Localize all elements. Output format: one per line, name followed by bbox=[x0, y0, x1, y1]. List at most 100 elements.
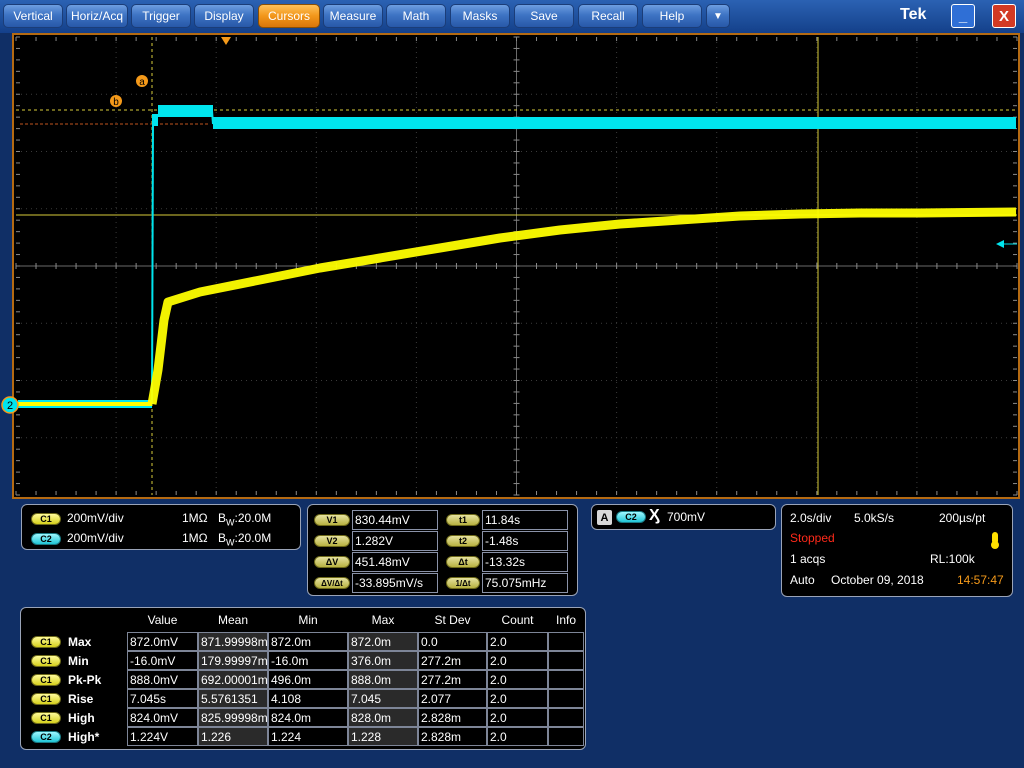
t1-label: t1 bbox=[446, 514, 480, 526]
trigger-panel[interactable]: A C2 Ӽ 700mV bbox=[591, 504, 776, 530]
date: October 09, 2018 bbox=[831, 573, 924, 587]
table-cell: 2.0 bbox=[487, 708, 548, 727]
delta-v-value: 451.48mV bbox=[352, 552, 438, 572]
table-cell: 1.228 bbox=[348, 727, 418, 746]
sample-rate: 5.0kS/s bbox=[854, 511, 895, 525]
ch2-ground-marker-label: 2 bbox=[7, 400, 13, 412]
inv-delta-t-label: 1/Δt bbox=[446, 577, 480, 589]
table-cell: 2.0 bbox=[487, 670, 548, 689]
trigger-slope-icon: Ӽ bbox=[649, 507, 660, 524]
trigger-source-badge[interactable]: C2 bbox=[616, 511, 646, 523]
measurement-channel-badge[interactable]: C1 bbox=[31, 636, 61, 648]
measurement-name[interactable]: Min bbox=[68, 654, 89, 668]
cursor-readout-panel[interactable]: V1 830.44mV V2 1.282V ΔV 451.48mV ΔV/Δt … bbox=[307, 504, 578, 596]
table-header: Min bbox=[298, 613, 318, 627]
acquisition-panel[interactable]: 2.0s/div 5.0kS/s 200µs/pt Stopped 1 acqs… bbox=[781, 504, 1013, 597]
acquisition-count: 1 acqs bbox=[790, 552, 826, 566]
record-length: RL:100k bbox=[930, 552, 975, 566]
measurement-channel-badge[interactable]: C1 bbox=[31, 712, 61, 724]
t2-value: -1.48s bbox=[482, 531, 568, 551]
ch2-badge[interactable]: C2 bbox=[31, 533, 61, 545]
table-cell: 2.828m bbox=[418, 727, 487, 746]
trigger-level: 700mV bbox=[667, 510, 706, 524]
table-cell: 7.045s bbox=[127, 689, 198, 708]
table-header: Count bbox=[501, 613, 534, 627]
table-cell: 888.0mV bbox=[127, 670, 198, 689]
trigger-position-icon bbox=[221, 37, 231, 45]
table-header: Value bbox=[147, 613, 178, 627]
measurement-channel-badge[interactable]: C1 bbox=[31, 674, 61, 686]
table-cell: 872.0mV bbox=[127, 632, 198, 651]
ch1-scale: 200mV/div bbox=[67, 511, 124, 525]
table-cell: -16.0mV bbox=[127, 651, 198, 670]
measurement-channel-badge[interactable]: C2 bbox=[31, 731, 61, 743]
table-cell: 0.0 bbox=[418, 632, 487, 651]
table-cell bbox=[548, 651, 584, 670]
table-cell: 2.0 bbox=[487, 689, 548, 708]
delta-t-label: Δt bbox=[446, 556, 480, 568]
ch1-bandwidth: BW:20.0M bbox=[218, 511, 272, 528]
cursor-a-marker-label: a bbox=[139, 77, 145, 88]
measurement-name[interactable]: Max bbox=[68, 635, 91, 649]
table-header: Mean bbox=[217, 613, 249, 627]
table-cell: 4.108 bbox=[268, 689, 348, 708]
ch2-bandwidth: BW:20.0M bbox=[218, 531, 272, 548]
t1-value: 11.84s bbox=[482, 510, 568, 530]
table-cell bbox=[548, 632, 584, 651]
dv-dt-value: -33.895mV/s bbox=[352, 573, 438, 593]
table-cell: 5.5761351 bbox=[198, 689, 268, 708]
trigger-mode-badge[interactable]: A bbox=[597, 510, 612, 525]
table-cell bbox=[548, 689, 584, 708]
table-cell: 1.224 bbox=[268, 727, 348, 746]
table-header: Info bbox=[555, 613, 576, 627]
delta-t-value: -13.32s bbox=[482, 552, 568, 572]
measurement-table[interactable]: Value Mean Min Max St Dev Count Info C1 Max 872.0… bbox=[20, 607, 586, 750]
table-cell: 496.0m bbox=[268, 670, 348, 689]
ch1-badge[interactable]: C1 bbox=[31, 513, 61, 525]
table-cell: 824.0m bbox=[268, 708, 348, 727]
time-resolution: 200µs/pt bbox=[939, 511, 986, 525]
measurement-channel-badge[interactable]: C1 bbox=[31, 693, 61, 705]
measurement-channel-badge[interactable]: C1 bbox=[31, 655, 61, 667]
table-cell: 7.045 bbox=[348, 689, 418, 708]
v1-value: 830.44mV bbox=[352, 510, 438, 530]
v1-label: V1 bbox=[314, 514, 350, 526]
table-cell: 2.077 bbox=[418, 689, 487, 708]
trigger-level-arrow-icon bbox=[996, 240, 1017, 248]
table-cell: 2.0 bbox=[487, 727, 548, 746]
table-cell: 1.224V bbox=[127, 727, 198, 746]
dv-dt-label: ΔV/Δt bbox=[314, 577, 350, 589]
time-per-div: 2.0s/div bbox=[790, 511, 832, 525]
v2-label: V2 bbox=[314, 535, 350, 547]
table-cell bbox=[548, 708, 584, 727]
measurement-name[interactable]: Pk-Pk bbox=[68, 673, 101, 687]
clock-time: 14:57:47 bbox=[957, 573, 1004, 587]
table-cell: -16.0m bbox=[268, 651, 348, 670]
measurement-name[interactable]: High* bbox=[68, 730, 99, 744]
trigger-mode: Auto bbox=[790, 573, 815, 587]
table-cell: 888.0m bbox=[348, 670, 418, 689]
ch1-impedance: 1MΩ bbox=[182, 511, 208, 525]
cursor-b-marker-label: b bbox=[113, 97, 119, 108]
table-cell: 2.0 bbox=[487, 651, 548, 670]
ch2-impedance: 1MΩ bbox=[182, 531, 208, 545]
table-cell: 2.0 bbox=[487, 632, 548, 651]
table-cell: 825.99998m bbox=[198, 708, 268, 727]
table-cell: 692.00001m bbox=[198, 670, 268, 689]
v2-value: 1.282V bbox=[352, 531, 438, 551]
ch2-scale: 200mV/div bbox=[67, 531, 124, 545]
table-cell: 872.0m bbox=[268, 632, 348, 651]
table-cell: 824.0mV bbox=[127, 708, 198, 727]
table-cell: 2.828m bbox=[418, 708, 487, 727]
channel-panel[interactable]: C1 200mV/div 1MΩ BW:20.0M C2 200mV/div 1… bbox=[21, 504, 301, 550]
acquisition-state: Stopped bbox=[790, 531, 835, 545]
thermometer-bulb bbox=[991, 541, 999, 549]
table-header: Max bbox=[371, 613, 395, 627]
table-cell: 376.0m bbox=[348, 651, 418, 670]
table-cell: 872.0m bbox=[348, 632, 418, 651]
measurement-name[interactable]: Rise bbox=[68, 692, 93, 706]
table-cell: 277.2m bbox=[418, 670, 487, 689]
waveform-canvas: a b 2 bbox=[1, 36, 1018, 496]
table-cell: 828.0m bbox=[348, 708, 418, 727]
measurement-name[interactable]: High bbox=[68, 711, 95, 725]
